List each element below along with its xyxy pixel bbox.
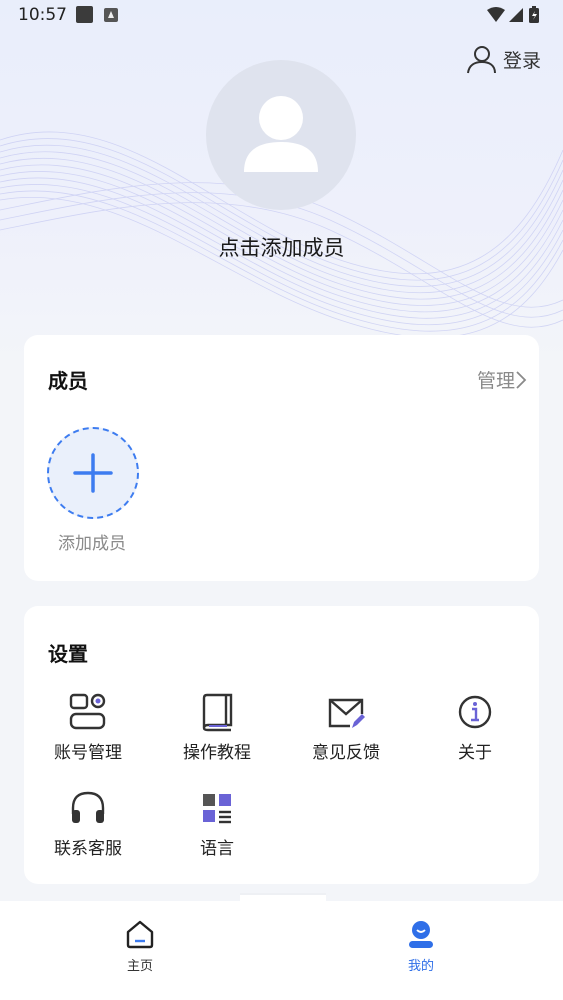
settings-item-about[interactable]: 关于 <box>410 692 540 763</box>
notification-square-icon <box>76 6 93 23</box>
grid-list-icon <box>203 794 231 824</box>
book-icon <box>202 693 233 732</box>
account-manage-icon <box>69 693 106 730</box>
status-bar: 10:57 <box>0 0 563 32</box>
nav-item-home[interactable]: 主页 <box>100 919 180 974</box>
settings-item-label: 语言 <box>200 839 234 859</box>
app-notification-icon <box>104 8 118 22</box>
add-member-prompt[interactable]: 点击添加成员 <box>0 232 563 262</box>
user-outline-icon <box>466 46 496 74</box>
login-label: 登录 <box>502 49 541 72</box>
default-avatar-icon <box>244 96 318 172</box>
headset-icon <box>71 791 105 823</box>
add-member-button[interactable] <box>47 427 139 519</box>
settings-item-label: 操作教程 <box>183 743 251 763</box>
nav-mine-label: 我的 <box>407 959 434 974</box>
chevron-right-icon <box>516 370 527 389</box>
add-member-label: 添加成员 <box>58 534 126 554</box>
settings-item-customer-service[interactable]: 联系客服 <box>23 788 153 859</box>
login-button[interactable]: 登录 <box>465 42 541 76</box>
settings-item-label: 意见反馈 <box>312 743 380 763</box>
settings-item-account-manage[interactable]: 账号管理 <box>23 692 153 763</box>
nav-center-notch <box>240 893 326 949</box>
plus-icon <box>73 453 113 493</box>
signal-icon <box>509 8 523 22</box>
settings-item-language[interactable]: 语言 <box>152 788 282 859</box>
settings-item-label: 账号管理 <box>54 743 122 763</box>
members-card: 成员 管理 添加成员 <box>24 335 539 581</box>
bottom-nav: 主页 我的 <box>0 893 563 1000</box>
manage-link[interactable]: 管理 <box>477 366 527 393</box>
mail-edit-icon <box>328 698 365 728</box>
status-indicators <box>487 6 539 23</box>
info-icon <box>458 695 492 729</box>
avatar[interactable] <box>206 60 356 210</box>
members-title: 成员 <box>48 369 88 393</box>
status-time: 10:57 <box>18 5 67 25</box>
wifi-icon <box>487 7 505 22</box>
settings-item-label: 关于 <box>458 743 492 763</box>
settings-title: 设置 <box>48 642 88 666</box>
profile-icon <box>409 921 433 948</box>
settings-item-feedback[interactable]: 意见反馈 <box>281 692 411 763</box>
manage-label: 管理 <box>476 370 515 392</box>
settings-item-tutorial[interactable]: 操作教程 <box>152 692 282 763</box>
home-icon <box>126 920 154 949</box>
nav-item-mine[interactable]: 我的 <box>381 919 461 974</box>
settings-card: 设置 账号管理 操作教程 意见反馈 关于 联系客服 语言 <box>24 606 539 884</box>
settings-item-label: 联系客服 <box>54 839 122 859</box>
nav-home-label: 主页 <box>126 959 153 974</box>
